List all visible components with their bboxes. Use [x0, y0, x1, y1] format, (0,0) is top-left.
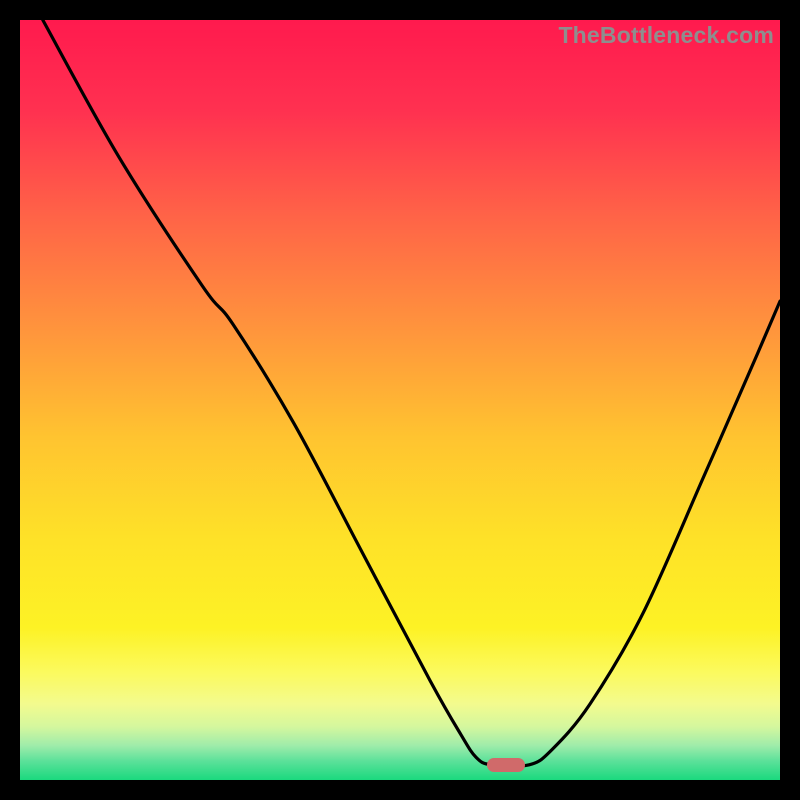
- watermark-text: TheBottleneck.com: [558, 22, 774, 49]
- plot-area: TheBottleneck.com: [20, 20, 780, 780]
- bottleneck-curve: [20, 20, 780, 780]
- curve-path: [43, 20, 780, 766]
- optimum-marker: [487, 758, 525, 772]
